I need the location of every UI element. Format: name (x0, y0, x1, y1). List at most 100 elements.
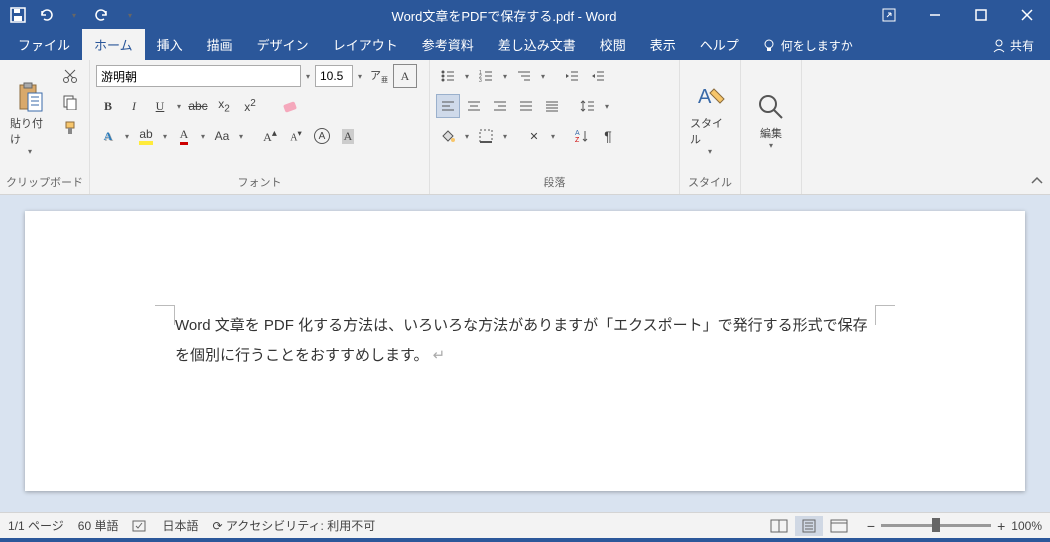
tab-home[interactable]: ホーム (82, 29, 145, 60)
numbering-button[interactable]: 123 (474, 64, 498, 88)
styles-button[interactable]: A スタイル ▾ (686, 64, 734, 172)
save-icon[interactable] (6, 3, 30, 27)
character-border-button[interactable]: A (393, 64, 417, 88)
editing-button[interactable]: 編集 ▾ (747, 64, 795, 176)
minimize-button[interactable] (912, 0, 958, 30)
underline-dropdown[interactable]: ▾ (174, 102, 184, 111)
zoom-in-button[interactable]: + (997, 518, 1005, 534)
close-button[interactable] (1004, 0, 1050, 30)
shading-dropdown[interactable]: ▾ (462, 132, 472, 141)
tab-layout[interactable]: レイアウト (321, 29, 410, 60)
change-case-button[interactable]: Aa (210, 124, 234, 148)
styles-dropdown[interactable]: ▾ (705, 147, 715, 156)
undo-dropdown[interactable]: ▾ (62, 3, 86, 27)
line-spacing-button[interactable] (576, 94, 600, 118)
undo-icon[interactable] (34, 3, 58, 27)
document-page[interactable]: Word 文章を PDF 化する方法は、いろいろな方法がありますが「エクスポート… (25, 211, 1025, 491)
margin-corner-tl (155, 305, 175, 325)
tab-view[interactable]: 表示 (638, 29, 688, 60)
redo-icon[interactable] (90, 3, 114, 27)
line-spacing-dropdown[interactable]: ▾ (602, 102, 612, 111)
highlight-button[interactable]: ab (134, 124, 158, 148)
share-button[interactable]: 共有 (982, 31, 1044, 60)
print-layout-button[interactable] (795, 516, 823, 536)
tab-review[interactable]: 校閲 (588, 29, 638, 60)
font-size-dropdown[interactable]: ▾ (355, 72, 365, 81)
italic-button[interactable]: I (122, 94, 146, 118)
asian-layout-dropdown[interactable]: ▾ (548, 132, 558, 141)
decrease-indent-button[interactable] (560, 64, 584, 88)
ribbon-display-icon[interactable] (866, 0, 912, 30)
subscript-button[interactable]: x2 (212, 94, 236, 118)
read-mode-button[interactable] (765, 516, 793, 536)
font-color-dropdown[interactable]: ▾ (198, 132, 208, 141)
sort-button[interactable]: AZ (570, 124, 594, 148)
numbering-dropdown[interactable]: ▾ (500, 72, 510, 81)
paste-button[interactable]: 貼り付け ▾ (6, 64, 54, 172)
clear-formatting-button[interactable] (278, 94, 302, 118)
align-left-button[interactable] (436, 94, 460, 118)
enclose-characters-button[interactable]: A (310, 124, 334, 148)
borders-button[interactable] (474, 124, 498, 148)
page-count[interactable]: 1/1 ページ (8, 517, 64, 534)
text-effects-button[interactable]: A (96, 124, 120, 148)
multilevel-list-button[interactable] (512, 64, 536, 88)
increase-indent-button[interactable] (586, 64, 610, 88)
shrink-font-button[interactable]: A▾ (284, 124, 308, 148)
word-count[interactable]: 60 単語 (78, 517, 119, 534)
asian-layout-button[interactable]: ✕ (522, 124, 546, 148)
bullets-button[interactable] (436, 64, 460, 88)
text-effects-dropdown[interactable]: ▾ (122, 132, 132, 141)
tab-file[interactable]: ファイル (6, 29, 82, 60)
highlight-dropdown[interactable]: ▾ (160, 132, 170, 141)
font-size-combo[interactable] (315, 65, 353, 87)
zoom-out-button[interactable]: − (867, 518, 875, 534)
change-case-dropdown[interactable]: ▾ (236, 132, 246, 141)
shading-button[interactable] (436, 124, 460, 148)
bold-button[interactable]: B (96, 94, 120, 118)
align-right-button[interactable] (488, 94, 512, 118)
group-label-styles: スタイル (686, 172, 734, 192)
tell-me-search[interactable]: 何をしますか (751, 31, 863, 60)
document-area[interactable]: Word 文章を PDF 化する方法は、いろいろな方法がありますが「エクスポート… (0, 195, 1050, 512)
grow-font-button[interactable]: A▴ (258, 124, 282, 148)
paste-dropdown[interactable]: ▾ (25, 147, 35, 156)
show-marks-button[interactable]: ¶ (596, 124, 620, 148)
zoom-level[interactable]: 100% (1011, 519, 1042, 533)
align-center-button[interactable] (462, 94, 486, 118)
accessibility-status[interactable]: ⟳ アクセシビリティ: 利用不可 (212, 517, 375, 534)
zoom-slider[interactable] (881, 524, 991, 527)
tab-references[interactable]: 参考資料 (410, 29, 486, 60)
copy-button[interactable] (58, 90, 82, 114)
proofing-icon[interactable] (132, 519, 148, 533)
cut-button[interactable] (58, 64, 82, 88)
document-text[interactable]: Word 文章を PDF 化する方法は、いろいろな方法がありますが「エクスポート… (175, 311, 875, 371)
format-painter-button[interactable] (58, 116, 82, 140)
tab-design[interactable]: デザイン (245, 29, 321, 60)
tab-insert[interactable]: 挿入 (145, 29, 195, 60)
justify-button[interactable] (514, 94, 538, 118)
editing-dropdown[interactable]: ▾ (766, 141, 776, 150)
multilevel-dropdown[interactable]: ▾ (538, 72, 548, 81)
superscript-button[interactable]: x2 (238, 94, 262, 118)
web-layout-button[interactable] (825, 516, 853, 536)
tab-draw[interactable]: 描画 (195, 29, 245, 60)
qat-customize-dropdown[interactable]: ▾ (118, 3, 142, 27)
collapse-ribbon-button[interactable] (1030, 174, 1044, 188)
language-status[interactable]: 日本語 (162, 517, 198, 534)
phonetic-guide-button[interactable]: ア亜 (367, 64, 391, 88)
copy-icon (62, 94, 78, 110)
strikethrough-button[interactable]: abc (186, 94, 210, 118)
bullets-dropdown[interactable]: ▾ (462, 72, 472, 81)
font-name-dropdown[interactable]: ▾ (303, 72, 313, 81)
brush-icon (62, 120, 78, 136)
font-name-combo[interactable] (96, 65, 301, 87)
font-color-button[interactable]: A (172, 124, 196, 148)
borders-dropdown[interactable]: ▾ (500, 132, 510, 141)
tab-help[interactable]: ヘルプ (688, 29, 751, 60)
distributed-button[interactable] (540, 94, 564, 118)
maximize-button[interactable] (958, 0, 1004, 30)
character-shading-button[interactable]: A (336, 124, 360, 148)
underline-button[interactable]: U (148, 94, 172, 118)
tab-mailings[interactable]: 差し込み文書 (486, 29, 588, 60)
